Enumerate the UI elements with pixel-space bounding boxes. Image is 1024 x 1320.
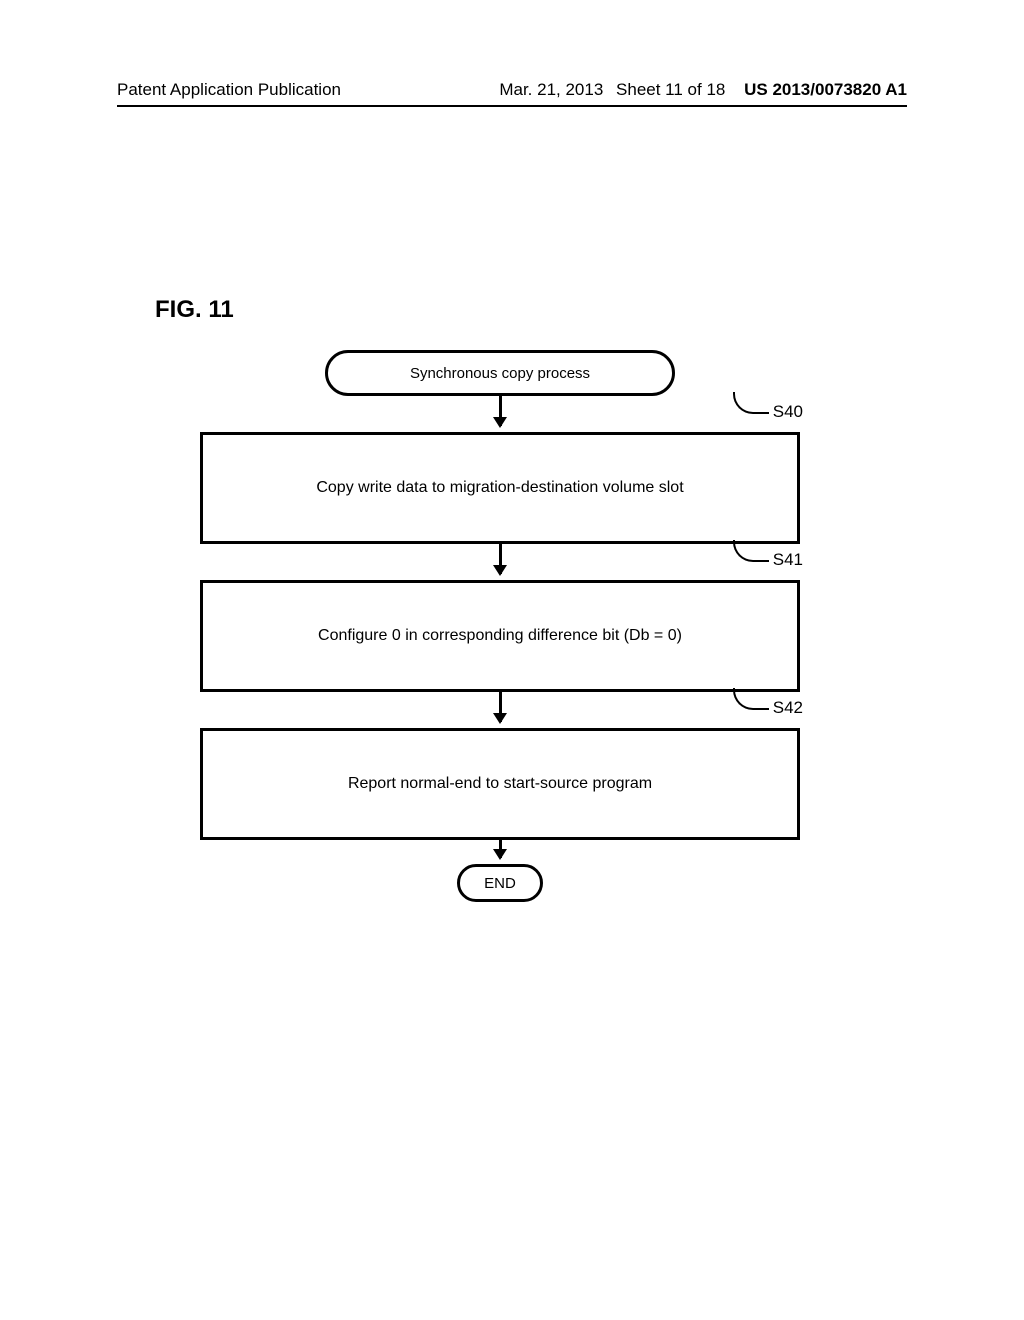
step-text: Report normal-end to start-source progra… (348, 775, 652, 793)
step-text: Configure 0 in corresponding difference … (318, 627, 682, 645)
header-pub-type: Patent Application Publication (117, 80, 341, 100)
arrow-icon (499, 396, 502, 426)
step-label-text: S41 (773, 550, 803, 570)
flow-start-terminator: Synchronous copy process (325, 350, 675, 396)
flow-end-text: END (484, 875, 516, 892)
flow-step-s40: S40 Copy write data to migration-destina… (200, 432, 800, 544)
callout-line-icon (733, 392, 769, 414)
page-header: Patent Application Publication Mar. 21, … (117, 80, 907, 107)
flowchart: Synchronous copy process S40 Copy write … (180, 350, 820, 902)
figure-label: FIG. 11 (155, 296, 234, 324)
flow-start-text: Synchronous copy process (410, 365, 590, 382)
step-label-text: S42 (773, 698, 803, 718)
step-label-s40: S40 (733, 401, 803, 423)
header-pub-number: US 2013/0073820 A1 (744, 80, 907, 99)
flow-step-s41: S41 Configure 0 in corresponding differe… (200, 580, 800, 692)
step-text: Copy write data to migration-destination… (316, 479, 683, 497)
flow-step-s42: S42 Report normal-end to start-source pr… (200, 728, 800, 840)
flow-end-terminator: END (457, 864, 543, 902)
callout-line-icon (733, 688, 769, 710)
arrow-icon (499, 692, 502, 722)
arrow-icon (499, 544, 502, 574)
arrow-icon (499, 840, 502, 858)
header-date: Mar. 21, 2013 (499, 80, 603, 99)
step-label-text: S40 (773, 402, 803, 422)
step-label-s42: S42 (733, 697, 803, 719)
header-sheet: Sheet 11 of 18 (616, 80, 725, 99)
header-right: Mar. 21, 2013 Sheet 11 of 18 US 2013/007… (499, 80, 907, 100)
callout-line-icon (733, 540, 769, 562)
step-label-s41: S41 (733, 549, 803, 571)
